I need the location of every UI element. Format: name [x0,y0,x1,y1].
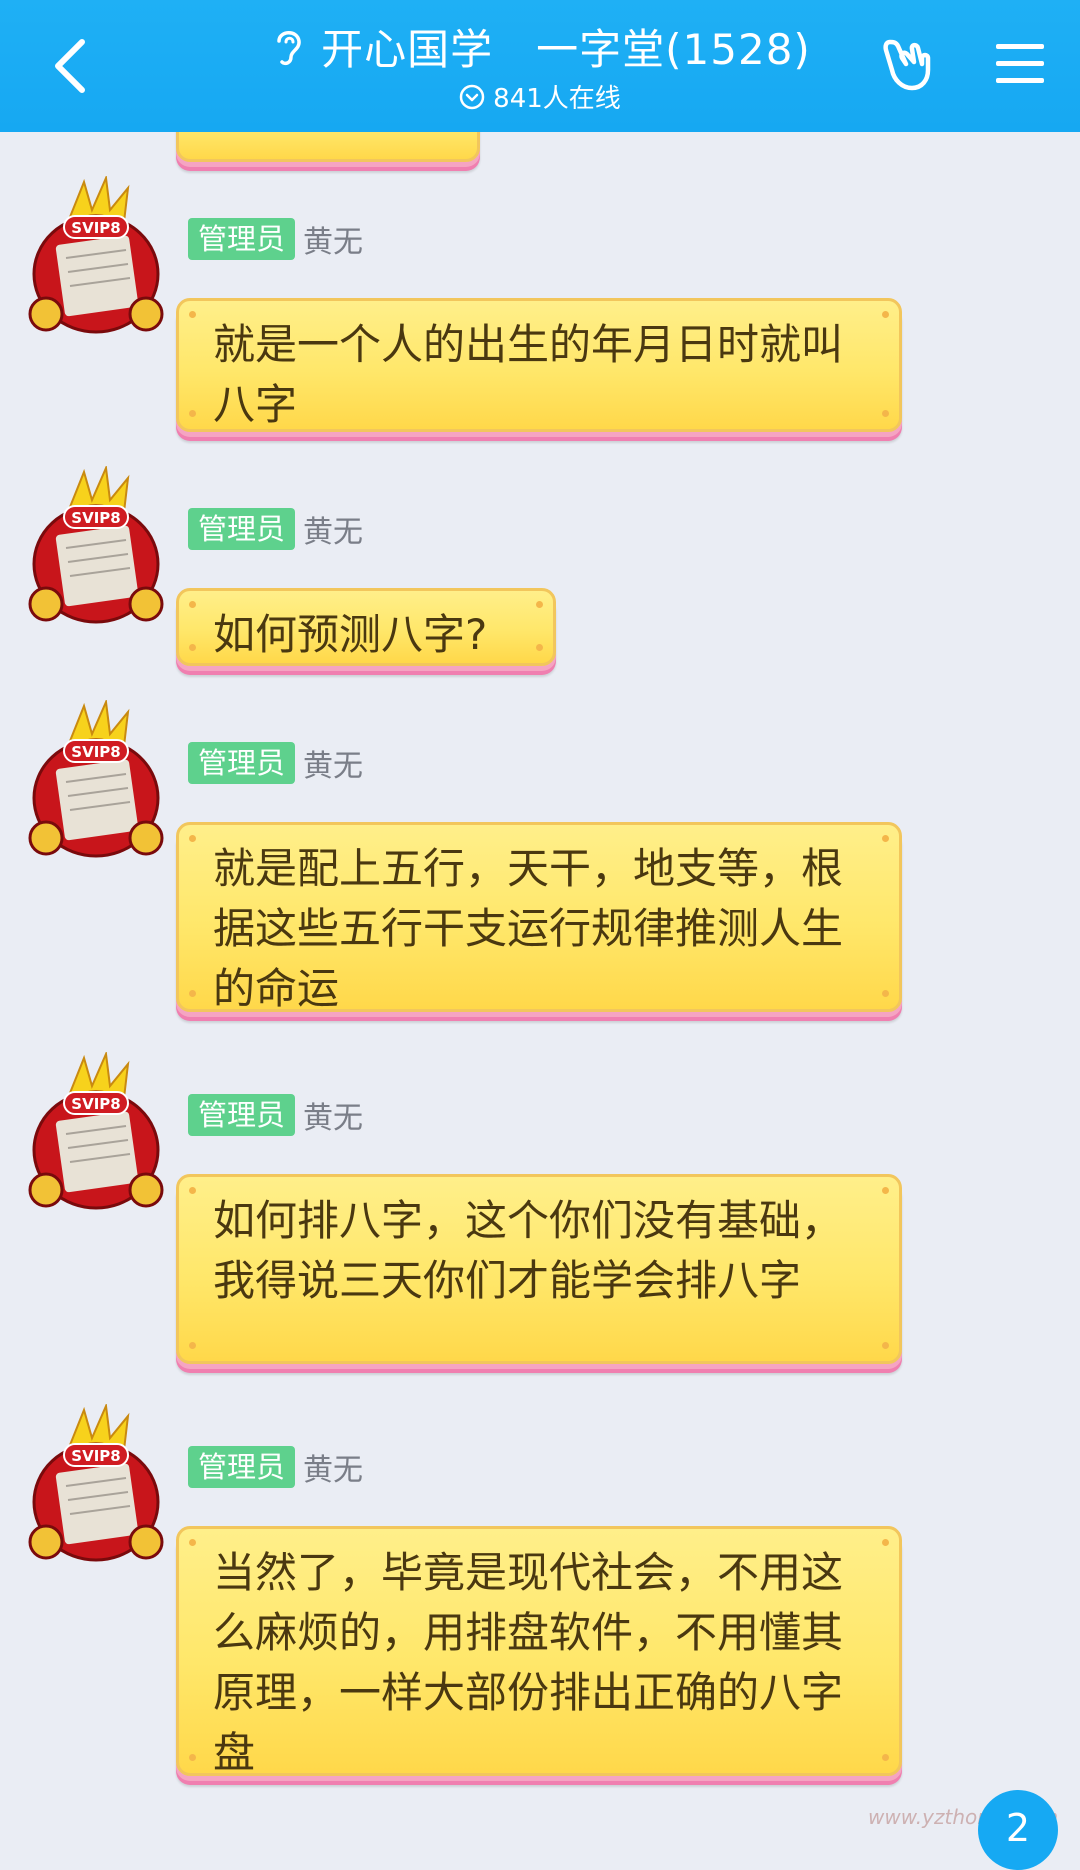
message-bubble[interactable]: 就是一个人的出生的年月日时就叫八字 [176,298,902,432]
menu-icon[interactable] [994,38,1046,90]
ear-icon [277,30,301,65]
admin-badge: 管理员 [188,218,296,260]
sender-info: 管理员 黄无 [188,508,363,550]
svg-text:SVIP8: SVIP8 [71,219,120,237]
group-title[interactable]: 开心国学 一字堂(1528) [321,16,811,77]
svg-text:SVIP8: SVIP8 [71,743,120,761]
message-text: 如何排八字，这个你们没有基础，我得说三天你们才能学会排八字 [213,1196,844,1305]
admin-badge: 管理员 [188,1094,296,1136]
sender-name[interactable]: 黄无 [303,217,363,261]
sender-info: 管理员 黄无 [188,1094,363,1136]
sender-name[interactable]: 黄无 [303,1093,363,1137]
message-text: 当然了，毕竟是现代社会，不用这么麻烦的，用排盘软件，不用懂其原理，一样大部份排出… [213,1548,844,1777]
sender-info: 管理员 黄无 [188,1446,363,1488]
sender-name[interactable]: 黄无 [303,507,363,551]
avatar[interactable]: SVIP8 [26,466,166,626]
admin-badge: 管理员 [188,1446,296,1488]
sender-info: 管理员 黄无 [188,742,363,784]
sender-name[interactable]: 黄无 [303,1445,363,1489]
message-text: 就是一个人的出生的年月日时就叫八字 [213,320,844,429]
sender-name[interactable]: 黄无 [303,741,363,785]
chevron-down-circle-icon [459,84,485,109]
svg-text:SVIP8: SVIP8 [71,509,120,527]
svg-text:SVIP8: SVIP8 [71,1447,120,1465]
rock-hand-icon[interactable] [876,34,938,96]
avatar[interactable]: SVIP8 [26,176,166,336]
avatar[interactable]: SVIP8 [26,700,166,860]
unread-count-badge[interactable]: 2 [978,1790,1058,1870]
chat-header: 开心国学 一字堂(1528) 841人在线 [0,0,1080,132]
admin-badge: 管理员 [188,508,296,550]
message-list[interactable]: SVIP8 管理员 黄无 就是一个人的出生的年月日时就叫八字 SVIP8 管理员… [0,132,1080,1851]
sender-info: 管理员 黄无 [188,218,363,260]
message-bubble[interactable]: 如何排八字，这个你们没有基础，我得说三天你们才能学会排八字 [176,1174,902,1364]
svg-text:SVIP8: SVIP8 [71,1095,120,1113]
admin-badge: 管理员 [188,742,296,784]
avatar[interactable]: SVIP8 [26,1052,166,1212]
message-bubble[interactable]: 就是配上五行，天干，地支等，根据这些五行干支运行规律推测人生的命运 [176,822,902,1013]
avatar[interactable]: SVIP8 [26,1404,166,1564]
message-text: 如何预测八字? [213,610,488,659]
message-bubble[interactable]: 如何预测八字? [176,588,556,666]
message-text: 就是配上五行，天干，地支等，根据这些五行干支运行规律推测人生的命运 [213,844,844,1013]
message-bubble-partial[interactable] [176,132,480,162]
message-bubble[interactable]: 当然了，毕竟是现代社会，不用这么麻烦的，用排盘软件，不用懂其原理，一样大部份排出… [176,1526,902,1777]
online-count: 841人在线 [493,84,621,114]
